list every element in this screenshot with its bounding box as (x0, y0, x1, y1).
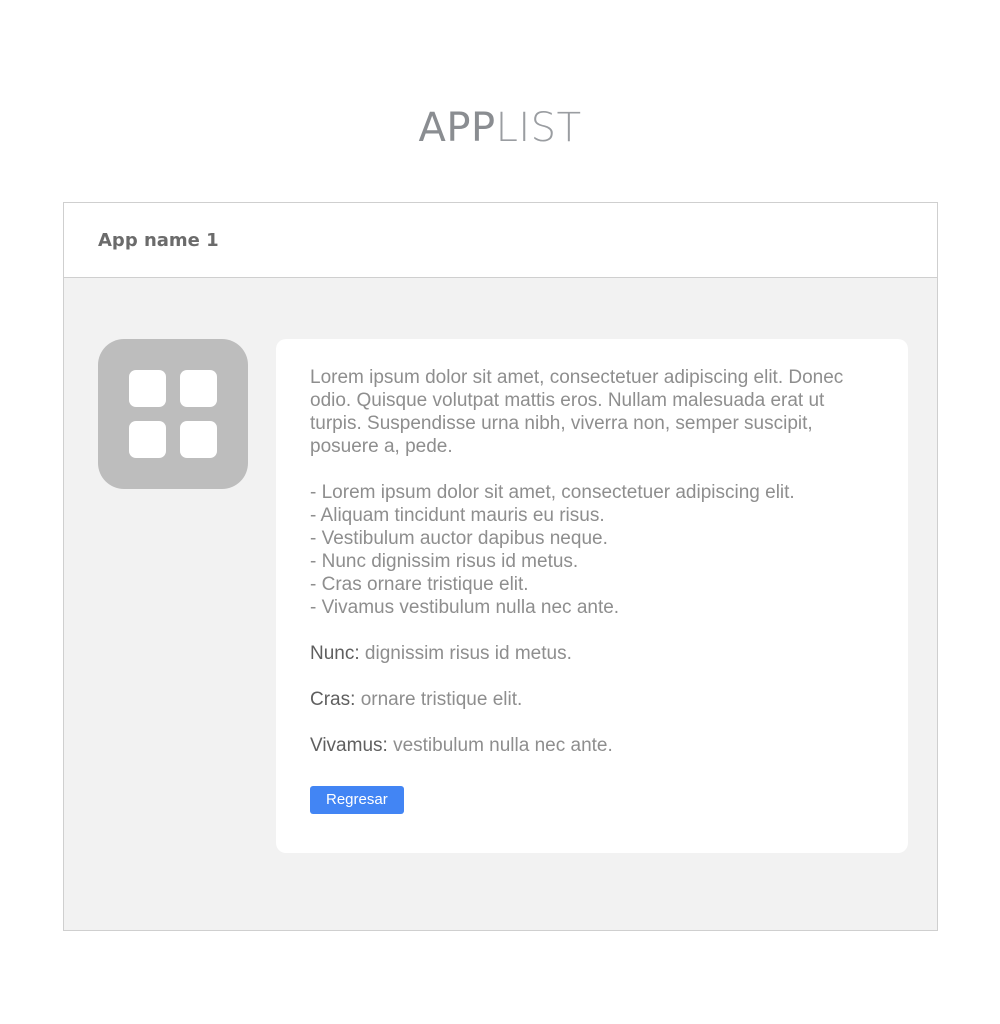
app-logo: APPLIST (0, 104, 1000, 152)
detail-value: dignissim risus id metus. (364, 643, 572, 664)
detail-value: vestibulum nulla nec ante. (393, 735, 613, 756)
grid-icon-square (129, 370, 166, 407)
grid-icon-square (129, 421, 166, 458)
app-detail-panel: App name 1 Lorem ipsum dolor sit amet, c… (63, 202, 938, 931)
feature-item: - Nunc dignissim risus id metus. (310, 551, 579, 572)
back-button[interactable]: Regresar (310, 786, 404, 814)
detail-key: Vivamus: (310, 735, 388, 756)
detail-value: ornare tristique elit. (360, 689, 523, 710)
feature-item: - Lorem ipsum dolor sit amet, consectetu… (310, 482, 795, 503)
app-name-title: App name 1 (98, 229, 219, 251)
feature-item: - Cras ornare tristique elit. (310, 574, 529, 595)
logo-part-list: LIST (495, 105, 582, 151)
feature-item: - Aliquam tincidunt mauris eu risus. (310, 505, 605, 526)
detail-row: Vivamus: vestibulum nulla nec ante. (310, 734, 874, 757)
logo-part-app: APP (418, 105, 496, 151)
feature-list: - Lorem ipsum dolor sit amet, consectetu… (310, 481, 874, 619)
detail-key: Nunc: (310, 643, 360, 664)
grid-icon-square (180, 421, 217, 458)
app-description: Lorem ipsum dolor sit amet, consectetuer… (310, 367, 844, 457)
grid-icon (98, 339, 248, 489)
detail-row: Nunc: dignissim risus id metus. (310, 642, 874, 665)
grid-icon-square (180, 370, 217, 407)
detail-key: Cras: (310, 689, 356, 710)
panel-header: App name 1 (64, 203, 937, 278)
detail-row: Cras: ornare tristique elit. (310, 688, 874, 711)
app-description-card: Lorem ipsum dolor sit amet, consectetuer… (276, 339, 908, 853)
feature-item: - Vestibulum auctor dapibus neque. (310, 528, 608, 549)
feature-item: - Vivamus vestibulum nulla nec ante. (310, 597, 620, 618)
